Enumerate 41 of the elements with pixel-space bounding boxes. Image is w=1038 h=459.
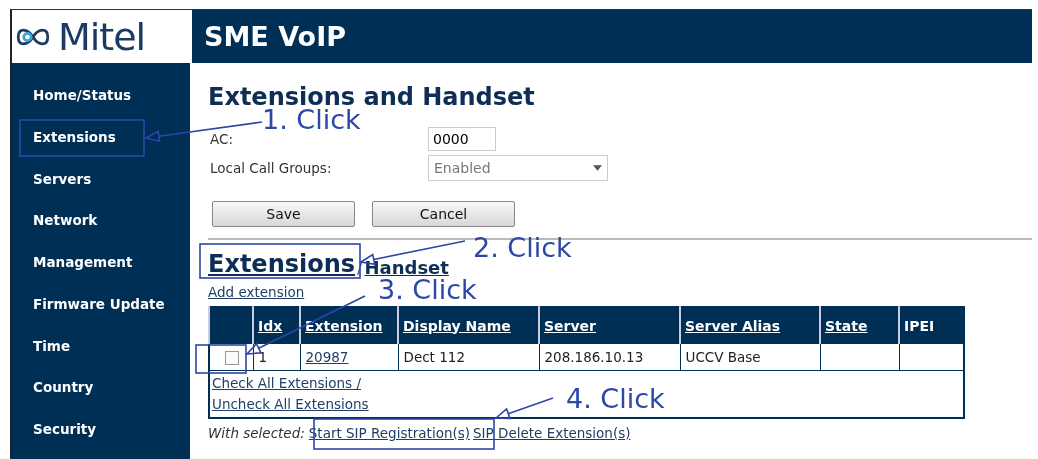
callout-label: 1. Click <box>262 104 361 136</box>
table-cell: 1 <box>258 349 268 365</box>
callout-label: 4. Click <box>566 383 665 415</box>
sidebar-item[interactable]: Firmware Update <box>33 292 165 335</box>
logo-text: Mitel <box>58 14 146 59</box>
caret-icon <box>593 165 602 171</box>
column-header[interactable]: Extension <box>300 307 398 344</box>
checkbox[interactable] <box>225 351 240 365</box>
check-all-link[interactable]: Check All Extensions / <box>212 373 361 394</box>
callout-label: 2. Click <box>473 232 572 264</box>
table-cell: UCCV Base <box>685 349 761 365</box>
column-header[interactable]: Server Alias <box>680 307 820 344</box>
add-extension-link[interactable]: Add extension <box>208 284 305 300</box>
table-cell: Dect 112 <box>403 349 465 365</box>
sidebar-item[interactable]: Extensions <box>33 125 116 168</box>
column-header[interactable]: Idx <box>253 307 300 344</box>
column-header[interactable]: State <box>820 307 899 344</box>
tab[interactable]: Extensions <box>208 250 356 278</box>
cancel-button[interactable]: Cancel <box>372 201 515 227</box>
table-cell: 208.186.10.13 <box>544 349 644 365</box>
field-label: AC: <box>210 131 234 147</box>
sidebar-item[interactable]: Network <box>33 209 98 252</box>
separator: / <box>357 259 363 278</box>
column-header[interactable]: Display Name <box>398 307 539 344</box>
sidebar-item[interactable]: Country <box>33 376 94 419</box>
save-button[interactable]: Save <box>212 201 355 227</box>
sidebar-item[interactable]: Security <box>33 418 97 459</box>
highlight-box <box>195 344 247 374</box>
field-label: Local Call Groups: <box>210 160 333 176</box>
arrow <box>495 397 554 420</box>
with-selected-label: With selected: <box>208 425 305 441</box>
column-header: IPEI <box>899 307 964 344</box>
action-link[interactable]: SIP Delete Extension(s) <box>473 425 631 441</box>
column-header[interactable]: Server <box>539 307 680 344</box>
sidebar-item[interactable]: Time <box>33 334 71 377</box>
sidebar-item[interactable]: Management <box>33 251 133 293</box>
ac-field[interactable]: 0000 <box>428 127 496 151</box>
sidebar-item[interactable]: Home/Status <box>33 84 132 126</box>
sidebar-item[interactable]: Servers <box>33 167 92 210</box>
uncheck-all-link[interactable]: Uncheck All Extensions <box>212 394 369 415</box>
app-title: SME VoIP <box>204 21 346 52</box>
